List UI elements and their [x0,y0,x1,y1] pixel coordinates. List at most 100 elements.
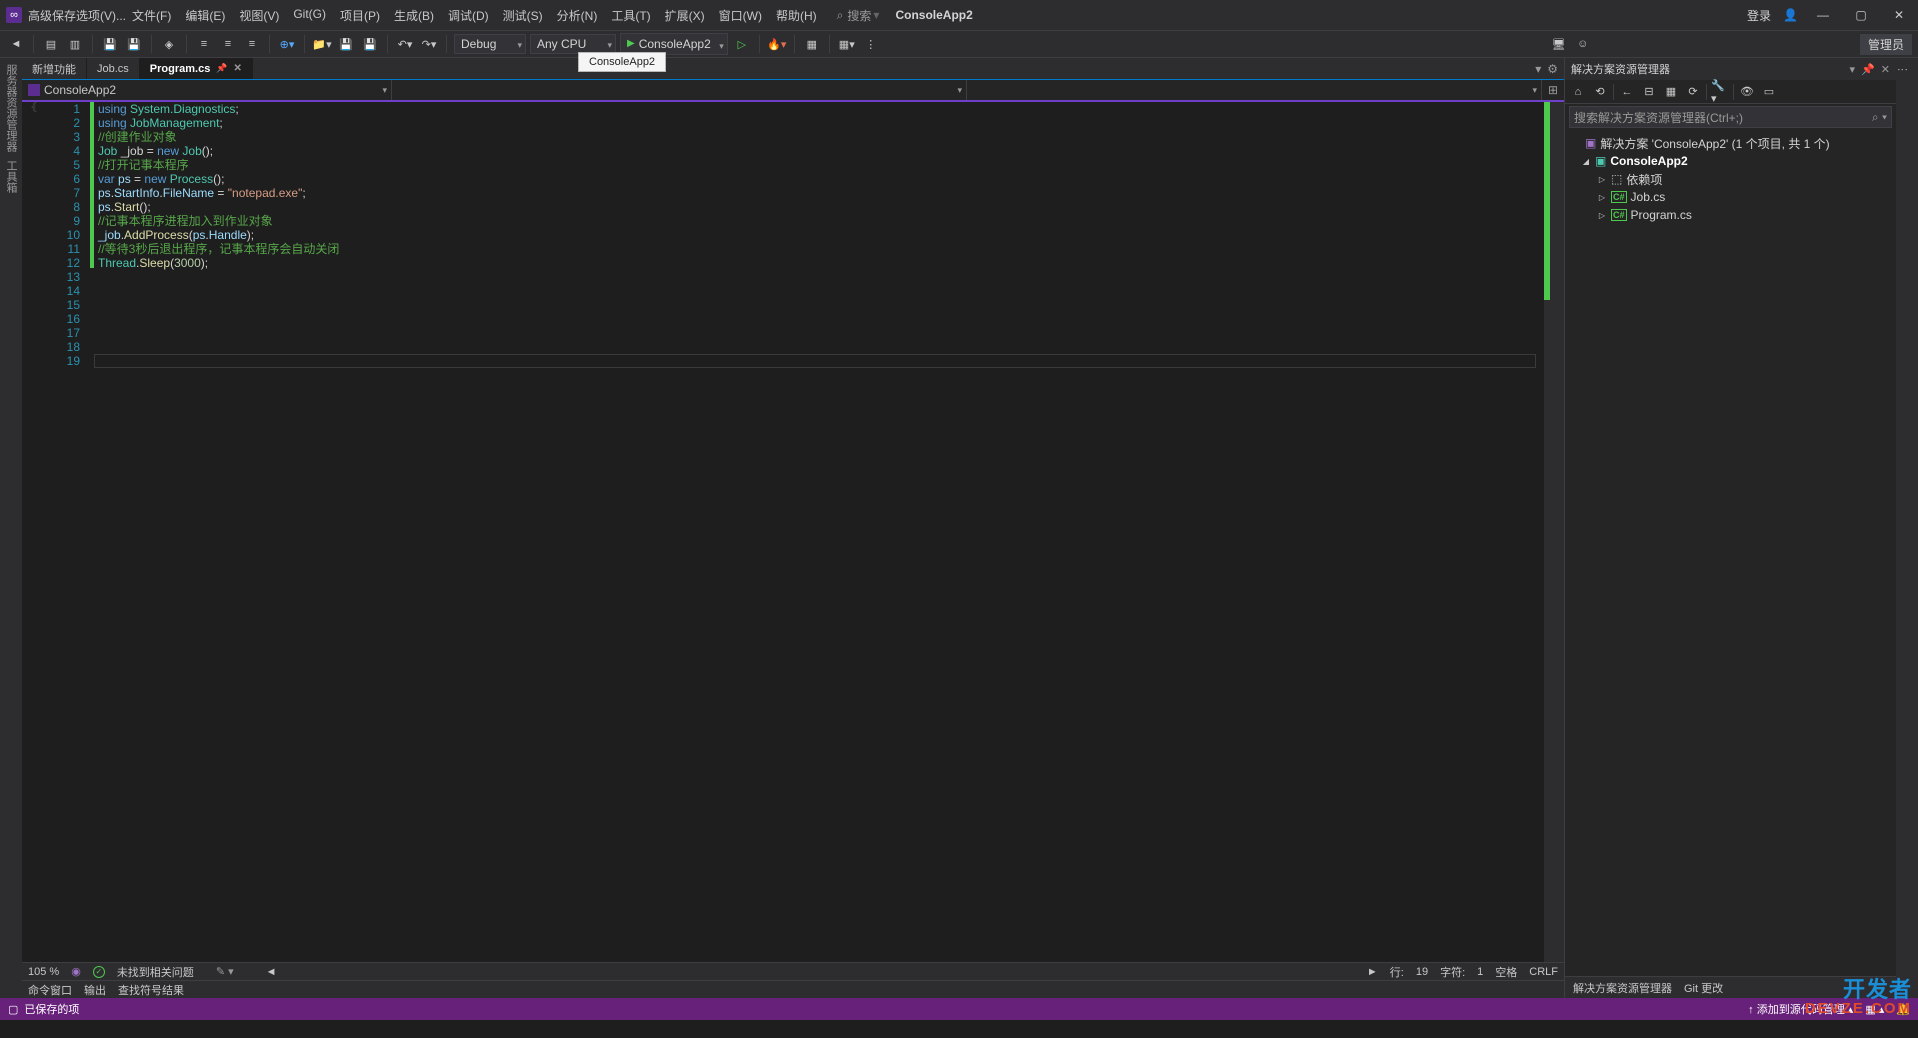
code-line[interactable]: //打开记事本程序 [98,158,1540,172]
layout-button[interactable]: ▦▾ [837,34,857,54]
collapse-icon[interactable]: ⊟ [1640,83,1658,101]
live-share-button[interactable]: 🖥 [1549,34,1569,54]
properties-icon[interactable]: 🔧▾ [1711,83,1729,101]
start-nodebug-button[interactable]: ▷ [732,34,752,54]
code-line[interactable]: //记事本程序进程加入到作业对象 [98,214,1540,228]
nav-scope-dropdown[interactable] [392,80,967,100]
menu-item[interactable]: 窗口(W) [713,3,768,28]
redo-button[interactable]: ↷▾ [419,34,439,54]
code-line[interactable] [98,312,1540,326]
code-line[interactable]: Thread.Sleep(3000); [98,256,1540,270]
split-editor-icon[interactable]: ⊞ [1542,80,1564,100]
tree-item[interactable]: ▷C#Program.cs [1567,206,1894,224]
right-gutter-tab[interactable]: ⋮ [1896,64,1909,75]
minimize-button[interactable]: ― [1810,8,1836,22]
output-tab[interactable]: 查找符号结果 [118,982,184,998]
bookmark-button[interactable]: ◈ [159,34,179,54]
menu-item[interactable]: 扩展(X) [659,3,711,28]
open-button[interactable]: ▥ [65,34,85,54]
feedback-button[interactable]: ☺ [1573,34,1593,54]
panel-pin-icon[interactable]: 📌 [1861,63,1875,76]
menu-item[interactable]: 测试(S) [497,3,549,28]
uncomment-button[interactable]: ≡ [218,34,238,54]
project-node[interactable]: ◢▣ConsoleApp2 [1567,152,1894,170]
output-tab[interactable]: 命令窗口 [28,982,72,998]
editor-tab[interactable]: Job.cs [87,58,140,79]
save-all-button[interactable]: 💾 [124,34,144,54]
menu-item[interactable]: 编辑(E) [179,3,231,28]
person-icon[interactable]: 👤 [1783,8,1798,22]
refresh-icon[interactable]: ⟳ [1684,83,1702,101]
code-line[interactable]: //创建作业对象 [98,130,1540,144]
code-line[interactable]: //等待3秒后退出程序，记事本程序会自动关闭 [98,242,1540,256]
toolbox-tab[interactable]: 工具箱 [3,160,19,193]
save-project-button[interactable]: 💾 [336,34,356,54]
browser-button[interactable]: ▦ [802,34,822,54]
server-explorer-tab[interactable]: 服务器资源管理器 [3,64,19,152]
config-dropdown[interactable]: Debug [454,34,526,54]
maximize-button[interactable]: ▢ [1848,8,1874,22]
output-tab[interactable]: 输出 [84,982,106,998]
menu-item[interactable]: 调试(D) [442,3,495,28]
code-line[interactable] [98,270,1540,284]
code-line[interactable]: using System.Diagnostics; [98,102,1540,116]
open-folder-button[interactable]: 📁▾ [312,34,332,54]
menu-item[interactable]: 帮助(H) [770,3,823,28]
code-line[interactable]: var ps = new Process(); [98,172,1540,186]
eol-mode[interactable]: CRLF [1529,966,1558,978]
close-button[interactable]: ✕ [1886,8,1912,22]
scroll-right-icon[interactable]: ► [1367,966,1378,978]
solution-root[interactable]: ▣解决方案 'ConsoleApp2' (1 个项目, 共 1 个) [1567,134,1894,152]
save-all-project-button[interactable]: 💾 [360,34,380,54]
overflow-button[interactable]: ⋮ [861,34,881,54]
show-all-icon[interactable]: ▦ [1662,83,1680,101]
home-icon[interactable]: ⌂ [1569,83,1587,101]
code-line[interactable]: ps.StartInfo.FileName = "notepad.exe"; [98,186,1540,200]
indent-mode[interactable]: 空格 [1495,964,1517,980]
toggle-button[interactable]: ≡ [242,34,262,54]
editor-tab[interactable]: Program.cs📌✕ [140,58,253,79]
view-icon[interactable]: ▭ [1760,83,1778,101]
search-label[interactable]: 搜索 [847,7,871,24]
menu-item[interactable]: 分析(N) [551,3,604,28]
new-file-button[interactable]: ▤ [41,34,61,54]
menu-item[interactable]: 生成(B) [388,3,440,28]
code-line[interactable]: Job _job = new Job(); [98,144,1540,158]
tree-item[interactable]: ▷⬚依赖项 [1567,170,1894,188]
editor-tab[interactable]: 新增功能 [22,58,87,79]
nav-back-button[interactable]: ◄ [6,34,26,54]
code-line[interactable]: ps.Start(); [98,200,1540,214]
vertical-scrollbar[interactable] [1550,100,1564,962]
git-changes-tab[interactable]: Git 更改 [1684,980,1723,996]
menu-item[interactable]: Git(G) [287,3,332,28]
panel-dropdown-icon[interactable]: ▾ [1850,63,1856,76]
tab-dropdown-icon[interactable]: ▾ [1535,62,1541,76]
panel-close-icon[interactable]: ✕ [1881,63,1890,76]
code-line[interactable] [98,298,1540,312]
tree-item[interactable]: ▷C#Job.cs [1567,188,1894,206]
hot-reload-button[interactable]: 🔥▾ [767,34,787,54]
sync-icon[interactable]: ⟲ [1591,83,1609,101]
brush-icon[interactable]: ✎ ▾ [216,965,234,978]
nav-project-dropdown[interactable]: ConsoleApp2 [22,80,392,100]
nav-member-dropdown[interactable] [967,80,1542,100]
undo-button[interactable]: ↶▾ [395,34,415,54]
comment-button[interactable]: ≡ [194,34,214,54]
preview-icon[interactable]: 👁 [1738,83,1756,101]
menu-item[interactable]: 视图(V) [233,3,285,28]
scroll-left-icon[interactable]: ◄ [266,966,277,978]
issues-icon[interactable]: ◉ [71,965,81,978]
menu-item[interactable]: 项目(P) [334,3,386,28]
login-link[interactable]: 登录 [1747,7,1771,24]
code-line[interactable]: _job.AddProcess(ps.Handle); [98,228,1540,242]
menu-item[interactable]: 工具(T) [605,3,656,28]
add-item-button[interactable]: ⊕▾ [277,34,297,54]
solution-explorer-tab[interactable]: 解决方案资源管理器 [1573,980,1672,996]
issues-text[interactable]: 未找到相关问题 [117,964,194,980]
menu-item[interactable]: 文件(F) [126,3,177,28]
solution-search-input[interactable]: 搜索解决方案资源管理器(Ctrl+;) ⌕ ▾ [1569,106,1892,128]
code-line[interactable] [98,326,1540,340]
menu-advanced-save[interactable]: 高级保存选项(V)... [28,7,126,24]
back-icon[interactable]: ← [1618,83,1636,101]
code-line[interactable] [98,340,1540,354]
